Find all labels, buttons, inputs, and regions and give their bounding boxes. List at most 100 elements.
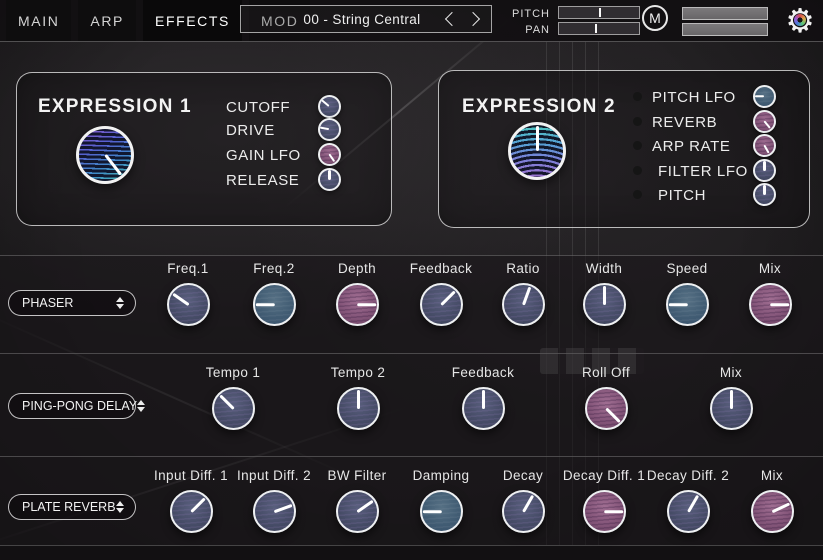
bullet-dot [633, 190, 642, 199]
tab-effects[interactable]: EFFECTS [143, 0, 242, 41]
knob-input-diff-2[interactable] [253, 490, 296, 533]
knob-pointer [771, 502, 789, 513]
knob-decay[interactable] [502, 490, 545, 533]
knob-label: Ratio [478, 261, 568, 276]
knob-drive[interactable] [318, 118, 341, 141]
expression-2-wheel[interactable] [508, 122, 566, 180]
level-meter-top [682, 7, 768, 20]
knob-label: Roll Off [561, 365, 651, 380]
knob-phaser-feedback[interactable] [420, 283, 463, 326]
knob-gain-lfo[interactable] [318, 143, 341, 166]
knob-cutoff[interactable] [318, 95, 341, 118]
knob-cell: Speed [642, 261, 732, 326]
pitch-slider[interactable] [558, 6, 640, 19]
tab-main[interactable]: MAIN [6, 0, 71, 41]
knob-release[interactable] [318, 168, 341, 191]
knob-cell: Tempo 2 [313, 365, 403, 430]
knob-arp-rate[interactable] [753, 134, 776, 157]
expression-2-title: EXPRESSION 2 [462, 96, 616, 118]
preset-prev-icon[interactable] [445, 12, 459, 26]
effect-slot-1-label: PHASER [9, 296, 116, 310]
knob-decay-diff-1[interactable] [583, 490, 626, 533]
knob-pointer [603, 286, 606, 305]
knob-speed[interactable] [666, 283, 709, 326]
knob-label: Feedback [438, 365, 528, 380]
knob-pointer [730, 390, 733, 409]
expression-2-param-label: PITCH LFO [652, 89, 736, 106]
pitch-slider-handle[interactable] [599, 8, 601, 17]
knob-label: Mix [727, 468, 817, 483]
level-meter-bottom [682, 23, 768, 36]
knob-pointer [356, 500, 373, 513]
expression-1-wheel[interactable] [76, 126, 134, 184]
knob-filter-lfo[interactable] [753, 159, 776, 182]
knob-cell: Tempo 1 [188, 365, 278, 430]
pan-slider-handle[interactable] [595, 24, 597, 33]
pitch-label: PITCH [506, 8, 550, 20]
knob-pointer [328, 170, 330, 179]
select-arrows-icon [116, 297, 135, 309]
tab-arp[interactable]: ARP [78, 0, 136, 41]
knob-cell: Freq.2 [229, 261, 319, 326]
knob-decay-diff-2[interactable] [667, 490, 710, 533]
bullet-dot [633, 166, 642, 175]
knob-pointer [255, 303, 274, 306]
expression-2-param-label: ARP RATE [652, 138, 730, 155]
knob-reverb-mix[interactable] [751, 490, 794, 533]
settings-gear-icon[interactable]: ⚙ [782, 2, 818, 38]
knob-depth[interactable] [336, 283, 379, 326]
knob-pointer [605, 407, 620, 422]
knob-delay-feedback[interactable] [462, 387, 505, 430]
preset-selector[interactable]: 00 - String Central [240, 5, 492, 33]
knob-pitch[interactable] [753, 183, 776, 206]
effect-slot-2-select[interactable]: PING-PONG DELAY [8, 393, 136, 419]
expression-2-param-label: PITCH [658, 187, 706, 204]
knob-pointer [764, 145, 770, 154]
knob-freq2[interactable] [253, 283, 296, 326]
knob-label: Width [559, 261, 649, 276]
knob-cell: Width [559, 261, 649, 326]
knob-pointer [764, 121, 772, 129]
effect-slot-3-select[interactable]: PLATE REVERB [8, 494, 136, 520]
knob-cell: Mix [725, 261, 815, 326]
knob-phaser-mix[interactable] [749, 283, 792, 326]
bullet-dot [633, 117, 642, 126]
knob-tempo-2[interactable] [337, 387, 380, 430]
knob-label: Input Diff. 1 [146, 468, 236, 483]
knob-width[interactable] [583, 283, 626, 326]
effect-slot-2-label: PING-PONG DELAY [9, 399, 137, 413]
knob-cell: Mix [727, 468, 817, 533]
knob-ratio[interactable] [502, 283, 545, 326]
knob-bw-filter[interactable] [336, 490, 379, 533]
expression-1-param-label: GAIN LFO [226, 147, 301, 164]
pan-slider[interactable] [558, 22, 640, 35]
knob-pointer [770, 303, 789, 306]
knob-delay-mix[interactable] [710, 387, 753, 430]
knob-cell: Roll Off [561, 365, 651, 430]
knob-pointer [522, 495, 534, 513]
knob-damping[interactable] [420, 490, 463, 533]
knob-pointer [273, 504, 292, 513]
knob-pointer [172, 293, 189, 306]
knob-pitch-lfo[interactable] [753, 85, 776, 108]
knob-cell: Freq.1 [143, 261, 233, 326]
preset-next-icon[interactable] [466, 12, 480, 26]
plugin-window: MAIN ARP EFFECTS MOD 00 - String Central… [0, 0, 823, 560]
knob-cell: Depth [312, 261, 402, 326]
knob-cell: Decay Diff. 2 [643, 468, 733, 533]
expression-1-param-label: RELEASE [226, 172, 299, 189]
knob-input-diff-1[interactable] [170, 490, 213, 533]
knob-cell: Ratio [478, 261, 568, 326]
preset-name: 00 - String Central [241, 12, 447, 27]
knob-pointer [755, 95, 764, 97]
knob-reverb[interactable] [753, 110, 776, 133]
gear-rainbow-core [794, 14, 806, 26]
knob-label: Mix [686, 365, 776, 380]
expression-1-param-label: DRIVE [226, 122, 275, 139]
effect-slot-1-select[interactable]: PHASER [8, 290, 136, 316]
knob-tempo-1[interactable] [212, 387, 255, 430]
knob-cell: Input Diff. 1 [146, 468, 236, 533]
knob-roll-off[interactable] [585, 387, 628, 430]
knob-freq1[interactable] [167, 283, 210, 326]
mute-button[interactable]: M [642, 5, 668, 31]
